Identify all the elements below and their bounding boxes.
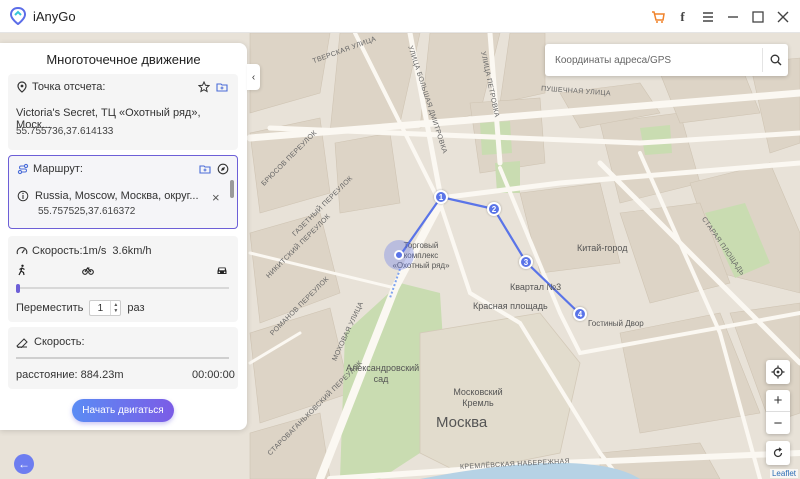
car-icon[interactable] (216, 264, 228, 276)
origin-label: Точка отсчета: (32, 81, 106, 93)
speed-section: Скорость:1m/s 3.6km/h Переместить 1 ▲ ▼ р… (8, 236, 238, 322)
search-input[interactable] (545, 54, 745, 66)
route-point-coords: 55.757525,37.616372 (38, 206, 136, 217)
location-pin-icon (16, 81, 28, 93)
route-list-scrollbar[interactable] (230, 180, 234, 198)
title-bar: iAnyGo f (0, 0, 800, 33)
label-moscow: Москва (436, 414, 488, 431)
arrow-left-icon: ← (18, 457, 30, 471)
route-section: Маршрут: Russia, Moscow, Москва, округ..… (8, 155, 238, 229)
speedometer-icon (16, 245, 28, 257)
label-kremlin: Московский Кремль (453, 387, 503, 408)
progress-track (16, 357, 229, 359)
minimize-icon[interactable] (725, 9, 740, 24)
stats-speed-label: Скорость: (34, 336, 85, 348)
collapse-panel-button[interactable]: ‹ (247, 64, 260, 90)
panel-title: Многоточечное движение (46, 52, 201, 67)
waypoint-marker-3[interactable]: 3 (519, 255, 533, 269)
label-kitay-gorod: Китай-город (577, 243, 628, 253)
cart-icon[interactable] (650, 9, 665, 24)
multi-point-panel: Многоточечное движение Точка отсчета: Vi… (0, 43, 247, 430)
route-point-item[interactable]: Russia, Moscow, Москва, округ... (17, 190, 199, 202)
close-icon[interactable] (775, 9, 790, 24)
info-icon (17, 190, 29, 202)
remove-point-icon[interactable]: × (212, 190, 220, 205)
current-position-marker[interactable] (394, 250, 404, 260)
locate-button[interactable] (766, 360, 790, 384)
save-folder-icon[interactable] (216, 81, 228, 93)
route-point-address: Russia, Moscow, Москва, округ... (35, 190, 199, 202)
stats-section: Скорость: расстояние: 884.23m 00:00:00 (8, 327, 238, 389)
repeat-label: Переместить (16, 302, 84, 314)
label-gostiny-dvor: Гостиный Двор (588, 319, 644, 328)
speed-slider-handle[interactable] (16, 284, 20, 293)
label-red-square: Красная площадь (473, 301, 548, 311)
repeat-value[interactable]: 1 (90, 303, 110, 314)
speed-slider-track[interactable] (16, 287, 229, 289)
speed-label: Скорость:1m/s (32, 245, 107, 257)
waypoint-marker-2[interactable]: 2 (487, 202, 501, 216)
route-label: Маршрут: (33, 163, 83, 175)
route-save-folder-icon[interactable] (199, 163, 211, 175)
reset-icon (773, 447, 783, 458)
repeat-unit: раз (127, 302, 145, 314)
label-alexander-garden: Александровский сад (346, 363, 420, 384)
back-button[interactable]: ← (14, 454, 34, 474)
compass-icon[interactable] (217, 163, 229, 175)
crosshair-icon (771, 365, 785, 379)
route-icon (17, 163, 29, 175)
reset-button[interactable] (766, 441, 790, 465)
walk-icon[interactable] (16, 264, 28, 276)
star-icon[interactable] (198, 81, 210, 93)
address-search-box (545, 44, 788, 76)
stepper-arrows-icon[interactable]: ▲ ▼ (110, 301, 120, 315)
app-logo-icon (10, 7, 26, 25)
menu-icon[interactable] (700, 9, 715, 24)
facebook-icon[interactable]: f (675, 9, 690, 24)
origin-coords: 55.755736,37.614133 (16, 126, 114, 137)
origin-section: Точка отсчета: Victoria's Secret, ТЦ «Ох… (8, 74, 238, 150)
distance-value: расстояние: 884.23m (16, 369, 124, 381)
bike-icon[interactable] (82, 264, 94, 276)
time-value: 00:00:00 (192, 369, 235, 381)
zoom-control: + − (766, 390, 790, 434)
waypoint-marker-1[interactable]: 1 (434, 190, 448, 204)
chevron-left-icon: ‹ (251, 71, 256, 83)
app-title: iAnyGo (33, 8, 76, 24)
speed-kmh: 3.6km/h (112, 245, 152, 257)
ruler-icon (16, 336, 28, 348)
zoom-out-button[interactable]: − (766, 412, 790, 434)
maximize-icon[interactable] (750, 9, 765, 24)
label-kvartal: Квартал №3 (510, 282, 562, 292)
zoom-in-button[interactable]: + (766, 390, 790, 412)
start-moving-button[interactable]: Начать двигаться (72, 399, 174, 422)
search-icon[interactable] (762, 48, 788, 72)
leaflet-attribution[interactable]: Leaflet (769, 469, 798, 478)
repeat-stepper[interactable]: 1 ▲ ▼ (89, 300, 122, 316)
waypoint-marker-4[interactable]: 4 (573, 307, 587, 321)
